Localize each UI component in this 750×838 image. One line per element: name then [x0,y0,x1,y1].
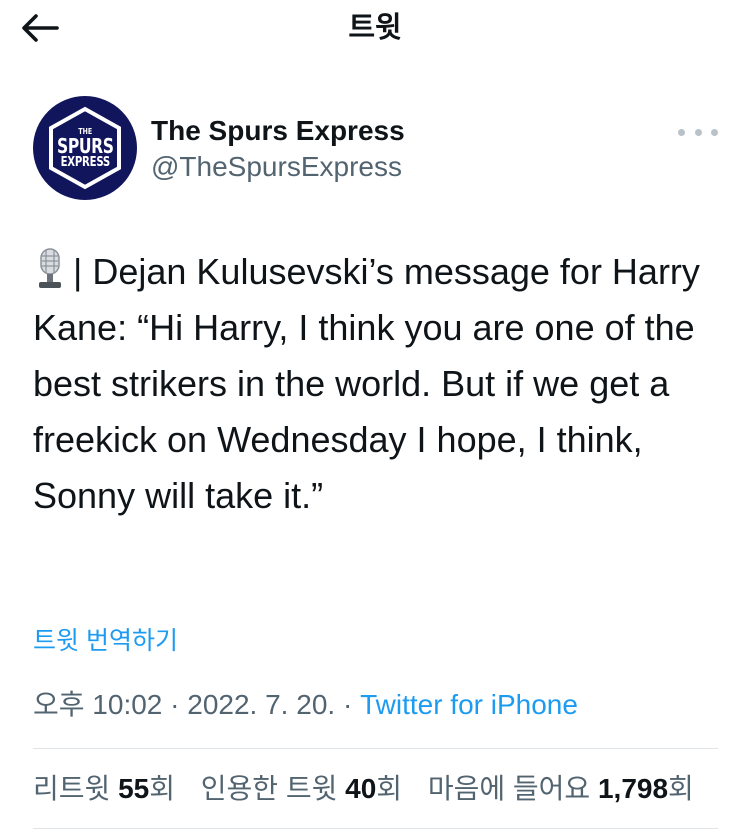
avatar-logo-line: EXPRESS [60,154,110,170]
more-dot-icon [694,128,702,136]
more-dot-icon [678,128,685,136]
retweets-count: 55 [118,773,150,804]
tweet-time: 오후 10:02 [33,689,163,720]
more-options-button[interactable] [678,126,718,138]
quotes-stat[interactable]: 인용한 트윗 40회 [201,770,402,808]
meta-separator: · [342,689,353,720]
retweets-stat[interactable]: 리트윗 55회 [33,770,175,808]
avatar[interactable]: THE SPURS EXPRESS [33,96,137,200]
likes-stat[interactable]: 마음에 들어요 1,798회 [428,770,694,808]
author-handle: @TheSpursExpress [151,151,402,182]
avatar-logo-text: THE SPURS EXPRESS [56,127,114,170]
tweet-meta: 오후 10:02 · 2022. 7. 20. · Twitter for iP… [33,686,578,724]
quotes-unit: 회 [376,773,403,804]
retweets-unit: 회 [149,773,175,804]
tweet-text-content: | Dejan Kulusevski’s message for Harry K… [33,251,700,516]
page-title: 트윗 [348,12,402,44]
more-dot-icon [711,128,718,136]
tweet-stats: 리트윗 55회 인용한 트윗 40회 마음에 들어요 1,798회 [33,770,712,808]
tweet-text: | Dejan Kulusevski’s message for Harry K… [33,244,718,524]
retweets-label: 리트윗 [33,773,111,804]
author-name[interactable]: The Spurs Express [151,114,405,148]
meta-separator: · [170,689,180,720]
likes-label: 마음에 들어요 [427,773,591,804]
likes-count: 1,798 [597,773,669,804]
tweet-source-link[interactable]: Twitter for iPhone [360,689,578,720]
translate-tweet-link[interactable]: 트윗 번역하기 [33,624,178,658]
quotes-label: 인용한 트윗 [200,773,338,804]
divider [33,748,718,749]
tweet-date: 2022. 7. 20. [187,689,336,720]
divider [33,828,718,829]
likes-unit: 회 [668,773,694,804]
quotes-count: 40 [345,773,377,804]
avatar-logo-line: SPURS [56,133,114,158]
microphone-icon [39,248,61,288]
top-bar: 트윗 [0,0,750,58]
